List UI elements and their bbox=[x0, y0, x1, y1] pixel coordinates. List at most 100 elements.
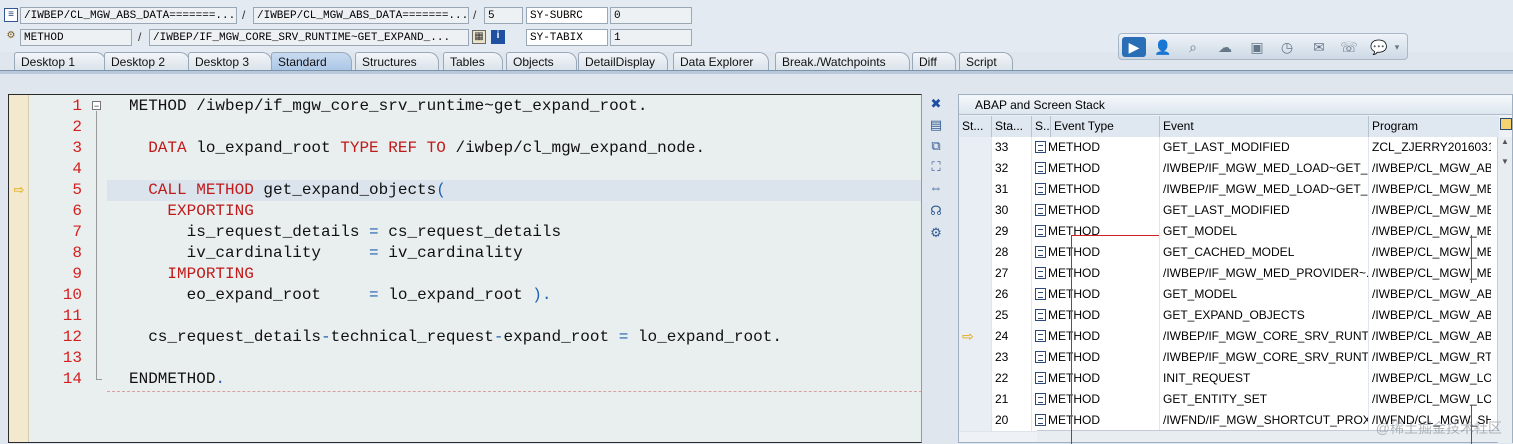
code-line[interactable]: EXPORTING bbox=[129, 201, 253, 222]
event-type-cell: METHOD bbox=[1032, 242, 1160, 263]
source-editor[interactable]: ⇨ − 1 METHOD /iwbep/if_mgw_core_srv_runti… bbox=[8, 94, 922, 443]
stack-row[interactable]: 29 METHOD GET_MODEL/IWBEP/CL_MGW_MEI bbox=[959, 221, 1499, 243]
stack-row[interactable]: 28 METHOD GET_CACHED_MODEL/IWBEP/CL_MGW_ME… bbox=[959, 242, 1499, 264]
stack-row[interactable]: 23 METHOD/IWBEP/IF_MGW_CORE_SRV_RUNTI... /… bbox=[959, 347, 1499, 369]
source-code-icon[interactable] bbox=[1035, 372, 1046, 384]
source-code-icon[interactable] bbox=[1035, 414, 1046, 426]
stack-row[interactable]: 26 METHOD GET_MODEL/IWBEP/CL_MGW_ABS bbox=[959, 284, 1499, 306]
stack-row[interactable]: 31 METHOD/IWBEP/IF_MGW_MED_LOAD~GET_.../I… bbox=[959, 179, 1499, 201]
replace-tool-icon[interactable]: ⧉ bbox=[928, 138, 944, 154]
breakpoint-gutter[interactable] bbox=[9, 95, 29, 442]
col-event-type[interactable]: Event Type bbox=[1051, 116, 1160, 137]
stack-row[interactable]: 25 METHOD GET_EXPAND_OBJECTS/IWBEP/CL_MGW_… bbox=[959, 305, 1499, 327]
code-line[interactable]: eo_expand_root = lo_expand_root ). bbox=[129, 285, 552, 306]
source-code-icon[interactable] bbox=[1035, 183, 1046, 195]
code-line[interactable]: cs_request_details-technical_request-exp… bbox=[129, 327, 782, 348]
swap-icon[interactable]: ⇔ bbox=[928, 180, 944, 196]
include-field[interactable]: /IWBEP/CL_MGW_ABS_DATA=======... bbox=[253, 7, 469, 24]
event-type-cell: METHOD bbox=[1032, 137, 1160, 158]
new-tool-icon[interactable]: ▤ bbox=[928, 117, 944, 133]
program: ZCL_ZJERRY20160310 bbox=[1372, 140, 1491, 154]
source-code-icon[interactable] bbox=[1035, 204, 1046, 216]
code-line[interactable]: IMPORTING bbox=[129, 264, 253, 285]
scroll-up-icon[interactable]: ▲ bbox=[1501, 137, 1509, 146]
source-code-icon[interactable] bbox=[1035, 246, 1046, 258]
variable-name-field-2[interactable]: SY-TABIX bbox=[526, 29, 608, 46]
layout-icon[interactable] bbox=[1500, 118, 1512, 130]
col-st[interactable]: St... bbox=[959, 116, 992, 137]
stack-row[interactable]: 30 METHOD GET_LAST_MODIFIED/IWBEP/CL_MGW_M… bbox=[959, 200, 1499, 222]
stack-row[interactable]: ⇨ 24 METHOD/IWBEP/IF_MGW_CORE_SRV_RUNTIM/I… bbox=[959, 326, 1499, 348]
maximize-icon[interactable]: ⛶ bbox=[928, 159, 944, 175]
tab-diff[interactable]: Diff bbox=[912, 52, 956, 71]
variable-value-field[interactable]: 0 bbox=[610, 7, 692, 24]
stack-row[interactable]: 21 METHOD GET_ENTITY_SET/IWBEP/CL_MGW_LOC bbox=[959, 389, 1499, 411]
event: /IWBEP/IF_MGW_MED_LOAD~GET_... bbox=[1160, 158, 1369, 179]
code-line[interactable]: METHOD /iwbep/if_mgw_core_srv_runtime~ge… bbox=[129, 96, 647, 117]
tab-desktop-3[interactable]: Desktop 3 bbox=[188, 52, 272, 71]
stack-row[interactable]: 27 METHOD/IWBEP/IF_MGW_MED_PROVIDER~.../I… bbox=[959, 263, 1499, 285]
code-token: - bbox=[321, 328, 331, 346]
settings-icon[interactable]: ⚙ bbox=[928, 225, 944, 241]
scroll-down-icon[interactable]: ▼ bbox=[1501, 157, 1509, 166]
tab-objects[interactable]: Objects bbox=[506, 52, 577, 71]
variable-name-field[interactable]: SY-SUBRC bbox=[526, 7, 608, 24]
source-code-icon[interactable] bbox=[1035, 141, 1046, 153]
source-code-icon[interactable] bbox=[1035, 288, 1046, 300]
source-code-icon[interactable] bbox=[1035, 309, 1046, 321]
event: GET_LAST_MODIFIED bbox=[1160, 200, 1369, 221]
source-code-icon[interactable] bbox=[1035, 267, 1046, 279]
stack-level: 20 bbox=[992, 410, 1032, 431]
tab-tables[interactable]: Tables bbox=[443, 52, 503, 71]
fold-guide-end bbox=[96, 379, 102, 380]
source-code-icon[interactable] bbox=[1035, 330, 1046, 342]
program: /IWBEP/CL_MGW_ABS bbox=[1372, 308, 1491, 322]
col-program[interactable]: Program bbox=[1369, 116, 1489, 137]
stack-row[interactable]: 33 METHOD GET_LAST_MODIFIED ZCL_ZJERRY20160… bbox=[959, 137, 1499, 159]
tab-script[interactable]: Script bbox=[959, 52, 1013, 71]
line-number-field[interactable]: 5 bbox=[484, 7, 523, 24]
code-line[interactable]: CALL METHOD get_expand_objects( bbox=[129, 180, 446, 201]
event-type-cell: METHOD bbox=[1032, 368, 1160, 389]
row-status-cell bbox=[959, 347, 992, 368]
event-type: METHOD bbox=[1048, 413, 1100, 427]
code-token: lo_expand_root. bbox=[628, 328, 782, 346]
variable-value-field-2[interactable]: 1 bbox=[610, 29, 692, 46]
code-line[interactable]: is_request_details = cs_request_details bbox=[129, 222, 561, 243]
tab-standard[interactable]: Standard bbox=[271, 52, 352, 71]
event-type-field[interactable]: METHOD bbox=[20, 29, 132, 46]
col-s[interactable]: S... bbox=[1032, 116, 1051, 137]
stack-row[interactable]: 32 METHOD/IWBEP/IF_MGW_MED_LOAD~GET_.../I… bbox=[959, 158, 1499, 180]
annotation-line bbox=[1471, 235, 1472, 283]
source-code-icon[interactable] bbox=[1035, 393, 1046, 405]
code-line[interactable]: iv_cardinality = iv_cardinality bbox=[129, 243, 523, 264]
display-object-icon[interactable]: ▦ bbox=[472, 30, 486, 44]
col-stack-level[interactable]: Sta... bbox=[992, 116, 1032, 137]
event: GET_LAST_MODIFIED bbox=[1160, 137, 1369, 158]
stack-row[interactable]: 22 METHOD INIT_REQUEST/IWBEP/CL_MGW_LOC bbox=[959, 368, 1499, 390]
source-code-icon[interactable] bbox=[1035, 225, 1046, 237]
col-event[interactable]: Event bbox=[1160, 116, 1369, 137]
source-code-icon[interactable] bbox=[1035, 351, 1046, 363]
services-icon[interactable]: ☊ bbox=[928, 203, 944, 219]
code-line[interactable]: DATA lo_expand_root TYPE REF TO /iwbep/c… bbox=[129, 138, 705, 159]
program-field[interactable]: /IWBEP/CL_MGW_ABS_DATA=======... bbox=[20, 7, 237, 24]
source-code-icon[interactable] bbox=[1035, 162, 1046, 174]
collapse-icon[interactable]: − bbox=[92, 101, 101, 111]
close-icon[interactable]: ✖ bbox=[928, 96, 944, 112]
code-token: . bbox=[215, 370, 226, 388]
separator: / bbox=[242, 8, 246, 22]
tab-desktop-2[interactable]: Desktop 2 bbox=[104, 52, 190, 71]
tab-data-explorer[interactable]: Data Explorer bbox=[673, 52, 769, 71]
tab-structures[interactable]: Structures bbox=[355, 52, 439, 71]
vertical-scrollbar[interactable]: ▲ ▼ bbox=[1497, 137, 1512, 443]
tab-detaildisplay[interactable]: DetailDisplay bbox=[578, 52, 668, 71]
tab-break-watchpoints[interactable]: Break./Watchpoints bbox=[775, 52, 910, 71]
code-line[interactable]: ENDMETHOD. bbox=[129, 369, 225, 390]
row-status-cell bbox=[959, 137, 992, 158]
info-icon[interactable]: i bbox=[491, 30, 505, 44]
event-field[interactable]: /IWBEP/IF_MGW_CORE_SRV_RUNTIME~GET_EXPAN… bbox=[149, 29, 469, 46]
event-type: METHOD bbox=[1048, 308, 1100, 322]
code-token: eo_expand_root bbox=[129, 286, 370, 304]
tab-desktop-1[interactable]: Desktop 1 bbox=[14, 52, 106, 71]
